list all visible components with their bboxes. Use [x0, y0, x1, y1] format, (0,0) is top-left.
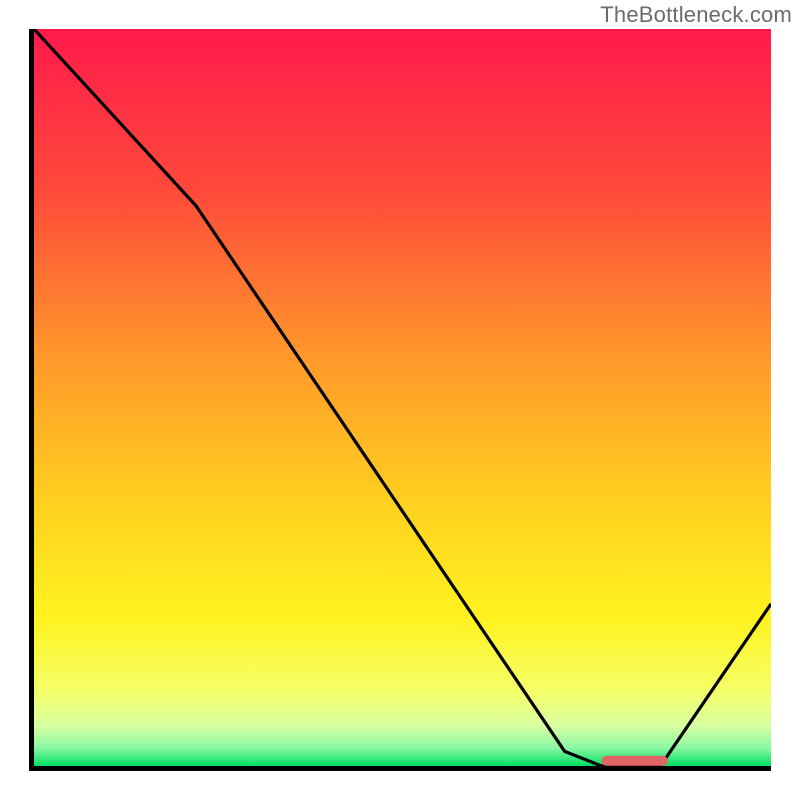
optimal-range-marker	[602, 756, 668, 766]
watermark-text: TheBottleneck.com	[600, 2, 792, 28]
plot-area	[34, 29, 771, 766]
chart-container: TheBottleneck.com	[0, 0, 800, 800]
bottleneck-curve	[34, 29, 771, 766]
curve-layer	[34, 29, 771, 766]
plot-frame	[29, 29, 771, 771]
